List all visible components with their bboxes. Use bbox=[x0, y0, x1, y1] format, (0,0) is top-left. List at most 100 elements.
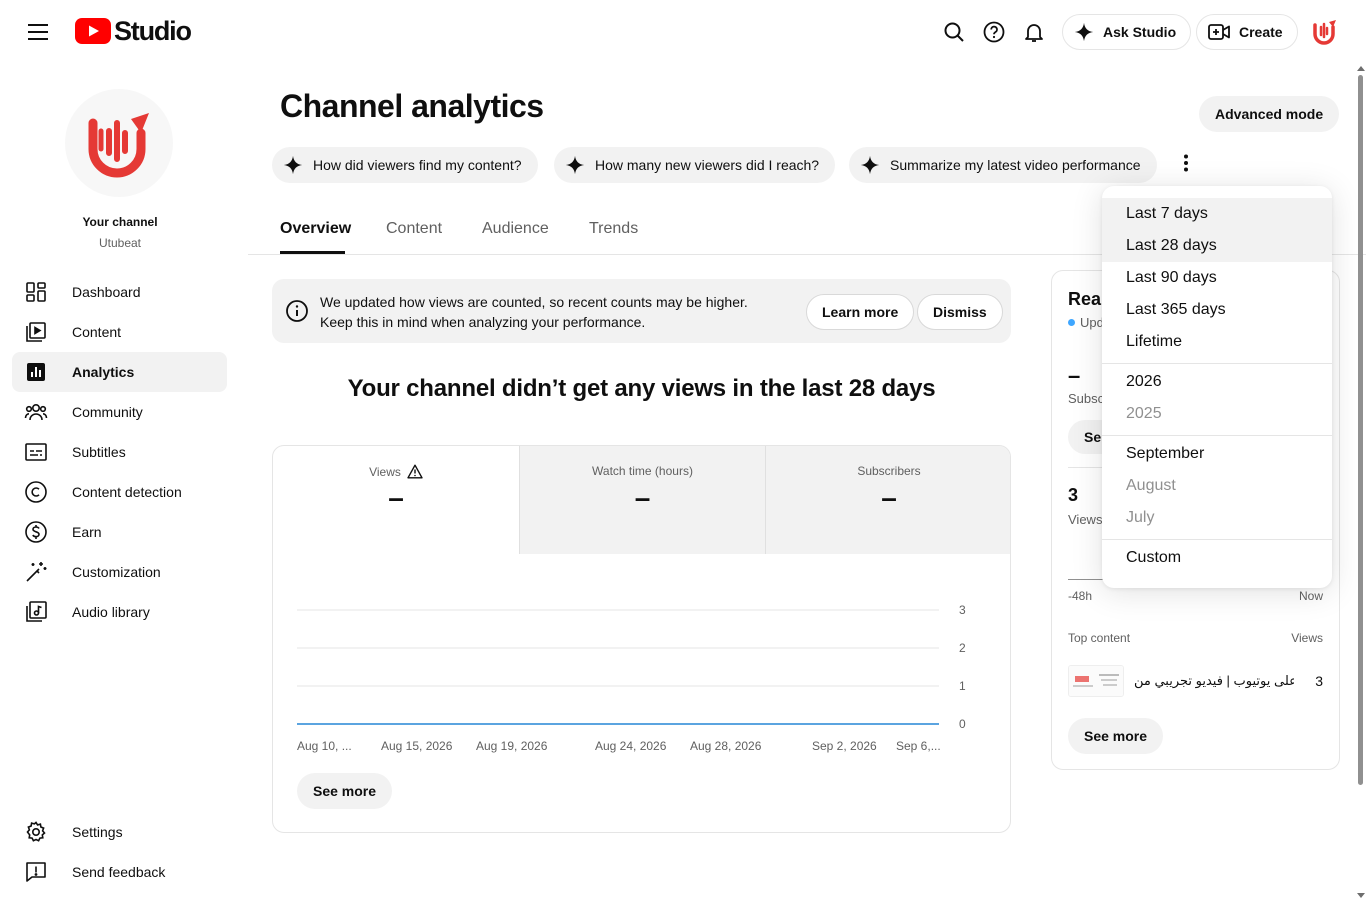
search-icon[interactable] bbox=[936, 14, 972, 50]
video-views: 3 bbox=[1315, 673, 1323, 689]
studio-logo[interactable]: Studio bbox=[75, 16, 192, 46]
x-tick-label: Aug 15, 2026 bbox=[381, 739, 453, 753]
advanced-mode-button[interactable]: Advanced mode bbox=[1199, 96, 1340, 132]
menu-item-last-28-days[interactable]: Last 28 days bbox=[1102, 230, 1332, 262]
video-title[interactable]: على يوتيوب | فيديو تجريبي من ... bbox=[1134, 673, 1294, 689]
dismiss-button[interactable]: Dismiss bbox=[917, 294, 1003, 330]
sparkle-icon bbox=[860, 155, 880, 175]
tab-content[interactable]: Content bbox=[386, 220, 442, 238]
updating-label: Upd bbox=[1080, 315, 1104, 330]
metric-value: – bbox=[881, 482, 897, 513]
sidebar-item-label: Earn bbox=[72, 524, 102, 540]
sidebar-item-label: Customization bbox=[72, 564, 161, 580]
scrollbar-thumb[interactable] bbox=[1358, 75, 1363, 785]
ask-studio-button[interactable]: Ask Studio bbox=[1062, 14, 1192, 50]
magic-wand-icon bbox=[24, 560, 48, 584]
date-range-dropdown: Last 7 days Last 28 days Last 90 days La… bbox=[1102, 186, 1332, 588]
notifications-icon[interactable] bbox=[1016, 14, 1052, 50]
sidebar-item-settings[interactable]: Settings bbox=[12, 812, 227, 852]
menu-item-2026[interactable]: 2026 bbox=[1102, 366, 1332, 398]
channel-avatar[interactable] bbox=[65, 89, 173, 197]
sidebar-item-label: Community bbox=[72, 404, 143, 420]
menu-item-september[interactable]: September bbox=[1102, 438, 1332, 470]
sidebar-item-label: Subtitles bbox=[72, 444, 126, 460]
account-avatar[interactable] bbox=[1308, 16, 1340, 48]
see-more-button[interactable]: See more bbox=[297, 773, 393, 809]
sidebar-item-subtitles[interactable]: Subtitles bbox=[12, 432, 227, 472]
metric-value: – bbox=[634, 482, 651, 513]
more-options-icon[interactable] bbox=[1170, 147, 1202, 179]
sidebar-item-earn[interactable]: Earn bbox=[12, 512, 227, 552]
x-tick-label: Aug 28, 2026 bbox=[690, 739, 762, 753]
chip-label: How many new viewers did I reach? bbox=[595, 157, 820, 173]
x-tick-label: Aug 19, 2026 bbox=[476, 739, 548, 753]
suggestion-chip[interactable]: How many new viewers did I reach? bbox=[554, 147, 836, 183]
content-icon bbox=[24, 320, 48, 344]
community-icon bbox=[24, 400, 48, 424]
sidebar-item-label: Content bbox=[72, 324, 122, 340]
metric-label: Subscribers bbox=[857, 464, 921, 478]
scroll-down-arrow-icon[interactable] bbox=[1357, 893, 1365, 898]
sidebar-item-label: Audio library bbox=[72, 604, 150, 620]
y-tick-label: 1 bbox=[959, 679, 966, 693]
tab-audience[interactable]: Audience bbox=[482, 220, 549, 238]
menu-item-custom[interactable]: Custom bbox=[1102, 542, 1332, 574]
menu-item-lifetime[interactable]: Lifetime bbox=[1102, 326, 1332, 358]
learn-more-button[interactable]: Learn more bbox=[806, 294, 915, 330]
menu-item-last-90-days[interactable]: Last 90 days bbox=[1102, 262, 1332, 294]
feedback-label: Send feedback bbox=[72, 864, 166, 880]
sidebar-item-label: Content detection bbox=[72, 484, 182, 500]
menu-item-last-365-days[interactable]: Last 365 days bbox=[1102, 294, 1332, 326]
sidebar-item-label: Dashboard bbox=[72, 284, 141, 300]
menu-divider bbox=[1102, 435, 1332, 436]
scroll-up-arrow-icon[interactable] bbox=[1357, 66, 1365, 71]
suggestion-chip[interactable]: Summarize my latest video performance bbox=[849, 147, 1157, 183]
x-tick-label: Aug 24, 2026 bbox=[595, 739, 667, 753]
settings-label: Settings bbox=[72, 824, 123, 840]
channel-name: Utubeat bbox=[98, 236, 142, 250]
sidebar-item-analytics[interactable]: Analytics bbox=[12, 352, 227, 392]
views-column-header: Views bbox=[1291, 631, 1323, 645]
realtime-see-more-button[interactable]: See more bbox=[1068, 718, 1164, 754]
y-tick-label: 0 bbox=[959, 717, 966, 731]
sparkle-icon bbox=[565, 155, 585, 175]
chip-label: How did viewers find my content? bbox=[313, 157, 522, 173]
metrics-card: Views – Watch time (hours) – Subscribers… bbox=[272, 445, 1011, 833]
help-icon[interactable] bbox=[976, 14, 1012, 50]
tab-trends[interactable]: Trends bbox=[589, 220, 638, 238]
sidebar-item-content-detection[interactable]: Content detection bbox=[12, 472, 227, 512]
metric-tab-watch-time[interactable]: Watch time (hours) – bbox=[519, 446, 765, 554]
live-dot-icon bbox=[1068, 319, 1075, 326]
video-thumbnail[interactable] bbox=[1068, 665, 1124, 697]
suggestion-chip[interactable]: How did viewers find my content? bbox=[272, 147, 538, 183]
y-tick-label: 2 bbox=[959, 641, 966, 655]
sidebar-item-dashboard[interactable]: Dashboard bbox=[12, 272, 227, 312]
sidebar-item-send-feedback[interactable]: Send feedback bbox=[12, 852, 227, 892]
dollar-icon bbox=[24, 520, 48, 544]
subscribers-label: Subsc bbox=[1068, 391, 1105, 406]
create-button[interactable]: Create bbox=[1196, 14, 1298, 50]
sidebar: Your channel Utubeat Dashboard Content A… bbox=[0, 64, 240, 900]
tab-overview[interactable]: Overview bbox=[280, 220, 351, 238]
channel-title: Your channel bbox=[82, 215, 158, 229]
metric-tab-views[interactable]: Views – bbox=[273, 446, 519, 554]
page-title: Channel analytics bbox=[280, 88, 544, 124]
menu-icon[interactable] bbox=[22, 18, 54, 46]
warning-icon[interactable] bbox=[407, 464, 423, 479]
menu-divider bbox=[1102, 539, 1332, 540]
metric-tab-subscribers[interactable]: Subscribers – bbox=[765, 446, 1010, 554]
sidebar-item-audio-library[interactable]: Audio library bbox=[12, 592, 227, 632]
realtime-views-value: 3 bbox=[1068, 485, 1079, 505]
notice-line-2: Keep this in mind when analyzing your pe… bbox=[320, 314, 646, 330]
audio-library-icon bbox=[24, 600, 48, 624]
youtube-logo-icon bbox=[75, 18, 111, 44]
menu-item-last-7-days[interactable]: Last 7 days bbox=[1102, 198, 1332, 230]
notice-line-1: We updated how views are counted, so rec… bbox=[320, 294, 748, 310]
realtime-updating: Upd bbox=[1068, 315, 1104, 330]
create-video-icon bbox=[1208, 24, 1230, 40]
sidebar-item-customization[interactable]: Customization bbox=[12, 552, 227, 592]
analytics-icon bbox=[24, 360, 48, 384]
sidebar-item-content[interactable]: Content bbox=[12, 312, 227, 352]
sidebar-item-community[interactable]: Community bbox=[12, 392, 227, 432]
views-chart: 0 1 2 3 Aug 10, ... Aug 15, 2026 Aug 19, 2026 A… bbox=[273, 554, 1010, 774]
